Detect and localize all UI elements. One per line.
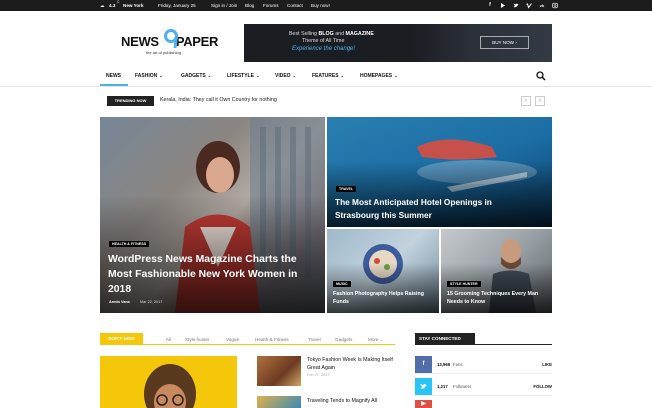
nav-features[interactable]: FEATURES ⌄ bbox=[312, 73, 344, 79]
logo-nine-glyph bbox=[164, 29, 178, 49]
dont-miss-item-date: Feb 27, 2017 bbox=[307, 373, 330, 377]
featured-top-right-category[interactable]: TRAVEL bbox=[336, 186, 357, 192]
dont-miss-item[interactable]: Tokyo Fashion Week Is Making Itself Grea… bbox=[257, 356, 397, 388]
stay-connected-underline bbox=[415, 344, 552, 345]
dont-miss-item-title[interactable]: Traveling Tends to Magnify All bbox=[307, 397, 397, 405]
social-row-twitter[interactable]: 1,217 Followers FOLLOW bbox=[415, 378, 552, 396]
youtube-icon: ▶ bbox=[415, 400, 432, 408]
featured-bottom-right-tile[interactable]: STYLE HUNTER 15 Grooming Techniques Ever… bbox=[441, 229, 552, 313]
facebook-label: Fans bbox=[453, 362, 463, 367]
tab-health-fitness[interactable]: Health & Fitness bbox=[255, 337, 289, 342]
instagram-icon[interactable] bbox=[552, 2, 558, 9]
facebook-icon[interactable]: f bbox=[487, 2, 493, 9]
dont-miss-item-thumb[interactable] bbox=[257, 356, 301, 386]
buy-now-link[interactable]: Buy now! bbox=[311, 3, 330, 8]
trending-next-button[interactable]: › bbox=[535, 96, 545, 106]
site-logo[interactable]: NEWS PAPER the art of publishing bbox=[121, 29, 219, 55]
twitter-follow-button[interactable]: FOLLOW bbox=[533, 384, 552, 389]
featured-bottom-left-category[interactable]: MUSIC bbox=[333, 281, 351, 287]
social-row-youtube[interactable]: ▶ bbox=[415, 400, 552, 408]
chevron-down-icon: ⌄ bbox=[292, 73, 296, 78]
chevron-down-icon: ⌄ bbox=[340, 73, 344, 78]
featured-bottom-left-tile[interactable]: MUSIC Fashion Photography Helps Raising … bbox=[327, 229, 439, 313]
tab-more[interactable]: More ⌄ bbox=[368, 337, 383, 342]
nav-active-indicator bbox=[100, 84, 128, 86]
youtube-icon[interactable] bbox=[500, 2, 506, 9]
featured-main-title[interactable]: WordPress News Magazine Charts the Most … bbox=[108, 252, 313, 297]
twitter-icon[interactable] bbox=[513, 2, 519, 9]
featured-top-right-title[interactable]: The Most Anticipated Hotel Openings in S… bbox=[335, 196, 535, 221]
nav-news[interactable]: NEWS bbox=[106, 73, 121, 79]
chevron-down-icon: ⌄ bbox=[380, 338, 384, 342]
featured-bottom-left-title[interactable]: Fashion Photography Helps Raising Funds bbox=[333, 290, 433, 306]
buy-now-button[interactable]: BUY NOW › bbox=[480, 36, 529, 49]
weather-icon: ☁ bbox=[100, 2, 105, 8]
twitter-count: 1,217 bbox=[437, 384, 448, 389]
ad-banner[interactable]: Best Selling BLOG and MAGAZINE Theme of … bbox=[244, 24, 552, 62]
stay-connected-badge: STAY CONNECTED bbox=[415, 333, 475, 344]
logo-text-right: PAPER bbox=[175, 34, 219, 49]
featured-main-author[interactable]: Armin Vans bbox=[109, 300, 130, 304]
top-bar: ☁ 4.3 C New York Friday, January 25 Sign… bbox=[0, 0, 652, 11]
banner-line-1: Best Selling BLOG and MAGAZINE bbox=[289, 31, 374, 37]
chevron-down-icon: ⌄ bbox=[159, 73, 163, 78]
nav-gadgets[interactable]: GADGETS ⌄ bbox=[181, 73, 211, 79]
featured-top-right-tile[interactable]: TRAVEL The Most Anticipated Hotel Openin… bbox=[327, 117, 552, 227]
facebook-like-button[interactable]: LIKE bbox=[542, 362, 552, 367]
dont-miss-item-thumb[interactable] bbox=[257, 396, 301, 408]
facebook-count: 13,969 bbox=[437, 362, 451, 367]
featured-main-category[interactable]: HEALTH & FITNESS bbox=[109, 241, 150, 247]
tab-all[interactable]: All bbox=[166, 337, 171, 342]
weather-unit: C bbox=[117, 0, 120, 4]
logo-tagline: the art of publishing bbox=[146, 50, 181, 55]
blog-link[interactable]: Blog bbox=[245, 3, 254, 8]
dont-miss-item[interactable]: Traveling Tends to Magnify All bbox=[257, 396, 397, 408]
nav-lifestyle[interactable]: LIFESTYLE ⌄ bbox=[227, 73, 259, 79]
featured-bottom-right-category[interactable]: STYLE HUNTER bbox=[447, 281, 481, 287]
nav-fashion[interactable]: FASHION ⌄ bbox=[135, 73, 163, 79]
trending-headline[interactable]: Kerala, India: They call it Own Country … bbox=[160, 97, 277, 103]
forums-link[interactable]: Forums bbox=[263, 3, 279, 8]
chevron-down-icon: ⌄ bbox=[394, 73, 398, 78]
chevron-down-icon: ⌄ bbox=[255, 73, 260, 78]
vk-icon[interactable]: vk bbox=[539, 2, 545, 9]
trending-prev-button[interactable]: ‹ bbox=[521, 96, 531, 106]
dont-miss-item-title[interactable]: Tokyo Fashion Week Is Making Itself Grea… bbox=[307, 356, 397, 372]
main-nav: NEWS FASHION ⌄ GADGETS ⌄ LIFESTYLE ⌄ VIDEO ⌄… bbox=[0, 68, 652, 87]
dont-miss-main-image[interactable] bbox=[100, 356, 237, 408]
trending-badge: TRENDING NOW bbox=[107, 96, 154, 106]
banner-line-3: Experience the change! bbox=[292, 46, 356, 52]
twitter-label: Followers bbox=[453, 384, 472, 389]
nav-video[interactable]: VIDEO ⌄ bbox=[275, 73, 296, 79]
dont-miss-main-photo bbox=[144, 364, 196, 408]
current-date: Friday, January 25 bbox=[158, 2, 196, 8]
signin-link[interactable]: Sign in / Join bbox=[211, 3, 237, 8]
contact-link[interactable]: Contact bbox=[287, 3, 303, 8]
social-row-facebook[interactable]: f 13,969 Fans LIKE bbox=[415, 356, 552, 374]
nav-homepages[interactable]: HOMEPAGES ⌄ bbox=[360, 73, 398, 79]
tab-vogue[interactable]: Vogue bbox=[226, 337, 239, 342]
dont-miss-badge: DON'T MISS bbox=[100, 333, 143, 344]
tab-travel[interactable]: Travel bbox=[308, 337, 321, 342]
banner-line-2: Theme of All Time bbox=[302, 38, 345, 44]
featured-bottom-right-title[interactable]: 15 Grooming Techniques Every Man Needs t… bbox=[447, 290, 549, 306]
tab-style-hunter[interactable]: Style hunter bbox=[185, 337, 210, 342]
search-icon[interactable] bbox=[536, 71, 546, 81]
facebook-icon: f bbox=[415, 356, 432, 373]
weather-temp: 4.3 bbox=[109, 2, 116, 8]
vimeo-icon[interactable] bbox=[526, 2, 532, 9]
dont-miss-underline bbox=[100, 344, 395, 345]
featured-main-tile[interactable]: HEALTH & FITNESS WordPress News Magazine… bbox=[100, 117, 325, 313]
chevron-down-icon: ⌄ bbox=[207, 73, 212, 78]
featured-main-date: Mar 22, 2017 bbox=[140, 300, 163, 304]
twitter-icon bbox=[415, 378, 432, 395]
weather-city: New York bbox=[123, 2, 144, 8]
logo-text-left: NEWS bbox=[121, 34, 159, 49]
tab-gadgets[interactable]: Gadgets bbox=[335, 337, 352, 342]
